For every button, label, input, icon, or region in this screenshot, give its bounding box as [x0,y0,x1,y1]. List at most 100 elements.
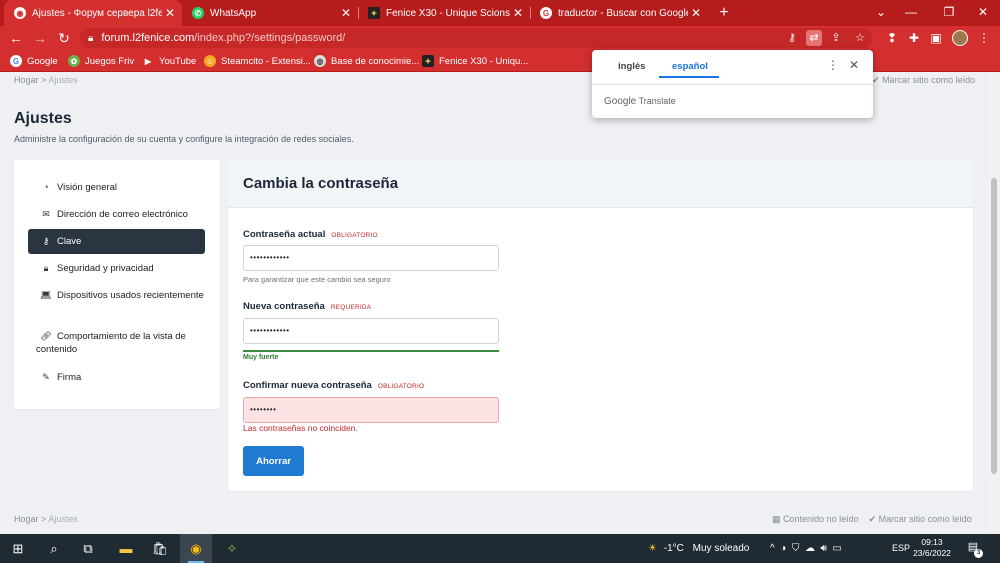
network-icon[interactable]: ▭ [832,543,841,554]
save-button[interactable]: Ahorrar [243,446,304,476]
sun-icon: ☀ [648,543,657,554]
bookmark-star-icon[interactable]: ☆ [852,30,868,46]
breadcrumb-separator: > [41,514,47,524]
weather-widget[interactable]: ☀ -1°C Muy soleado [648,534,749,563]
extension-icon[interactable]: ❢ [884,30,900,46]
task-view-icon[interactable]: ⧉ [72,534,104,563]
mark-read-footer-link[interactable]: ✔ Marcar sitio como leído [869,514,972,524]
bookmark-label: YouTube [159,55,197,67]
new-password-input[interactable]: •••••••••••• [243,318,499,344]
password-strength-bar [243,350,499,352]
bookmark-label: Google [27,55,58,67]
cloud-icon[interactable]: ☁ [805,543,815,554]
unread-content-link[interactable]: ▦ Contenido no leído [772,514,859,524]
bookmark-label: Base de conocimie... [331,55,420,67]
file-explorer-icon[interactable]: ▬ [110,534,142,563]
notification-icon[interactable]: ▤ 3 [964,540,983,558]
search-icon[interactable]: ⌕ [38,534,70,563]
bookmark-google[interactable]: G Google [10,53,58,69]
address-bar[interactable]: 🔒︎ forum.l2fenice.com/index.php?/setting… [80,28,872,48]
current-password-input[interactable]: •••••••••••• [243,245,499,271]
required-badge: OBLIGATORIO [377,383,425,390]
unread-content-label: Contenido no leído [783,514,859,524]
tab-fenice[interactable]: ✦ Fenice X30 - Unique Scions of De ✕ [358,0,530,26]
store-icon[interactable]: 🛍︎ [144,534,176,563]
sidebar-item-content-view[interactable]: 🔗︎ Comportamiento de la vista de contenid… [28,330,205,356]
puzzle-icon[interactable]: ✚ [906,30,922,46]
close-tab-icon[interactable]: ✕ [162,6,178,20]
minimize-button[interactable]: — [896,0,926,26]
tab-title: Ajustes - Форум сервера l2fenice [32,7,162,19]
reload-button[interactable]: ↻ [54,28,74,48]
breadcrumb-home[interactable]: Hogar [14,514,39,524]
dashboard-icon: ◔ [43,182,49,192]
page-subtitle: Administre la configuración de su cuenta… [14,134,354,144]
new-tab-button[interactable]: + [714,3,734,23]
lock-icon[interactable]: 🔒︎ [88,33,93,44]
app-icon[interactable]: ✧ [216,534,248,563]
menu-icon[interactable]: ⋮ [976,30,992,46]
scrollbar-thumb[interactable] [991,178,997,474]
confirm-password-input[interactable]: •••••••• [243,397,499,423]
whatsapp-icon: ✆ [192,7,204,19]
translate-tab-target[interactable]: español [672,61,708,72]
google-icon: G [540,7,552,19]
fenice-favicon: ✦ [422,55,434,67]
youtube-icon: ▶ [144,56,152,66]
bookmark-fenice[interactable]: ✦ Fenice X30 - Uniqu... [422,53,528,69]
shield-icon[interactable]: ⛉ [792,543,800,554]
share-icon[interactable]: ⇪ [828,30,844,46]
bookmark-label: Fenice X30 - Uniqu... [439,55,529,67]
close-icon[interactable]: ✕ [847,58,861,72]
change-password-panel: Cambia la contraseña Contraseña actual OB… [228,160,973,491]
close-tab-icon[interactable]: ✕ [338,6,354,20]
lock-icon: 🔒︎ [43,263,49,273]
bookmark-friv[interactable]: ✿ Juegos Friv [68,53,134,69]
app-tray-icon[interactable]: ◑ [780,543,786,554]
key-icon[interactable]: ⚷ [784,30,800,46]
chrome-taskbar-icon[interactable]: ◉ [180,534,212,563]
mark-read-link[interactable]: ✔ Marcar sitio como leído [872,75,975,86]
bookmark-label: Steamcito - Extensi... [221,55,311,67]
chevron-up-icon[interactable]: ^ [770,543,775,554]
sidebar-item-password[interactable]: ⚷ Clave [28,229,205,254]
friv-icon: ✿ [68,55,80,67]
sidebar-item-overview[interactable]: ◔ Visión general [28,181,205,194]
weather-text: Muy soleado [692,543,750,554]
more-options-icon[interactable]: ⋮ [826,58,840,72]
tab-whatsapp[interactable]: ✆ WhatsApp ✕ [182,0,358,26]
system-clock[interactable]: 09:13 23/6/2022 [908,537,956,559]
profile-avatar[interactable] [952,30,968,46]
breadcrumb-home[interactable]: Hogar [14,75,39,85]
sidebar-item-security[interactable]: 🔒︎ Seguridad y privacidad [28,262,205,275]
translate-icon[interactable]: ⇄ [806,30,822,46]
password-strength-label: Muy fuerte [243,354,279,361]
sidebar-item-email[interactable]: ✉ Dirección de correo electrónico [28,208,205,221]
new-password-label: Nueva contraseña REQUERIDA [243,301,371,312]
page-scrollbar[interactable] [988,72,1000,534]
volume-icon[interactable]: 🔊︎ [821,543,827,554]
close-tab-icon[interactable]: ✕ [510,6,526,20]
field-label-text: Confirmar nueva contraseña [243,380,372,391]
windows-start-icon[interactable]: ⊞ [2,534,34,563]
translate-tab-source[interactable]: inglés [618,61,645,72]
google-icon: G [10,55,22,67]
tab-ajustes[interactable]: ◉ Ajustes - Форум сервера l2fenice ✕ [4,0,182,26]
forward-button[interactable]: → [30,28,50,48]
close-tab-icon[interactable]: ✕ [688,6,704,20]
bookmark-steamcito[interactable]: ☺ Steamcito - Extensi... [204,53,311,69]
breadcrumb-footer: Hogar > Ajustes [14,514,78,524]
bookmark-base-conocimiento[interactable]: ◍ Base de conocimie... [314,53,419,69]
bookmark-youtube[interactable]: ▶ YouTube [142,53,196,69]
sidebar-item-signature[interactable]: ✎ Firma [28,371,205,384]
restore-button[interactable]: ❐ [934,0,964,26]
back-button[interactable]: ← [6,28,26,48]
web-page: Hogar > Ajustes ✔ Marcar sitio como leíd… [0,72,988,534]
translate-tab-underline [659,76,719,78]
tab-traductor[interactable]: G traductor - Buscar con Google ✕ [530,0,708,26]
sidepanel-icon[interactable]: ▣ [928,30,944,46]
sidebar-item-devices[interactable]: 💻︎ Dispositivos usados recientemente [28,289,205,302]
tab-search-icon[interactable]: ⌄ [866,0,896,26]
close-window-button[interactable]: ✕ [968,0,998,26]
page-title: Ajustes [14,110,72,127]
